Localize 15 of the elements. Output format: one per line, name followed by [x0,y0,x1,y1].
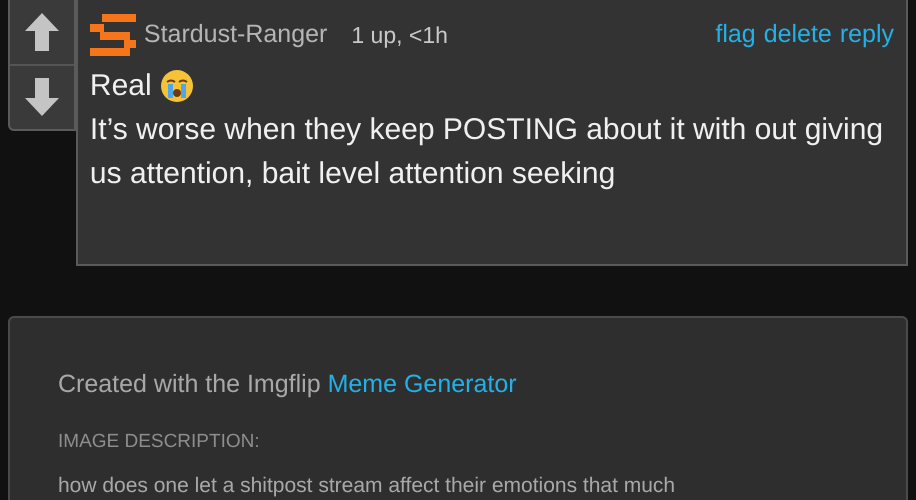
image-description-text: how does one let a shitpost stream affect their emotions that much [58,473,676,499]
up-arrow-icon [24,13,59,51]
comment-text: It’s worse when they keep POSTING about it with out giving us attention, bait level attention seeking [90,112,884,192]
crying-face-icon [160,69,194,103]
avatar-icon [90,14,136,56]
down-arrow-icon [24,78,59,116]
image-description-label: IMAGE DESCRIPTION: [58,430,261,454]
meme-generator-link[interactable]: Meme Generator [328,370,517,398]
comment-action-link[interactable]: reply [840,16,894,54]
comment-action-link[interactable]: delete [764,16,832,54]
vote-time-meta: 1 up, <1h [351,20,448,50]
username[interactable]: Stardust-Ranger [144,16,328,54]
comment-text: Real [90,68,152,104]
comment-action-link[interactable]: flag [715,16,756,54]
created-with-text: Created with the Imgflip Meme Generator [58,369,518,400]
